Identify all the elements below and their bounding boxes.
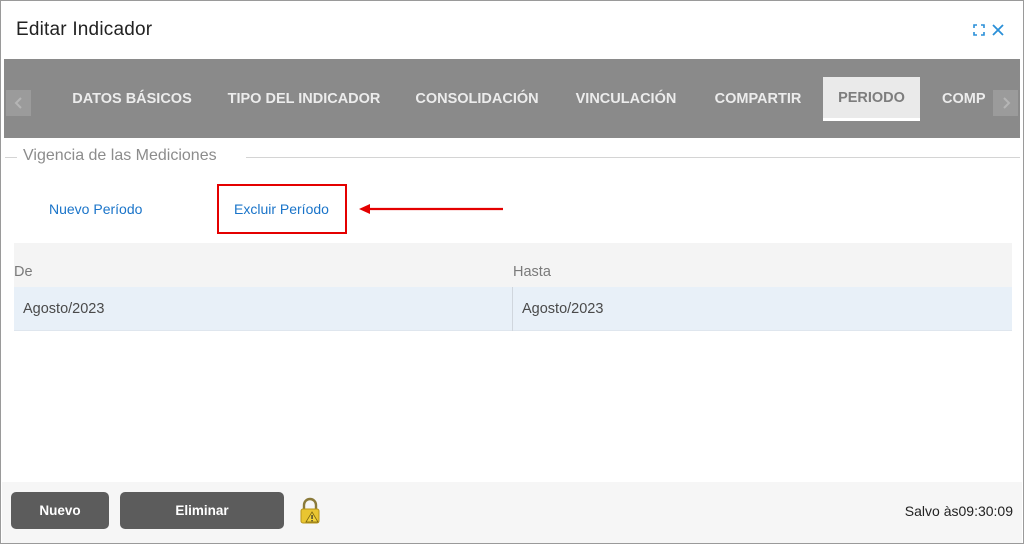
tab-bar: DATOS BÁSICOS TIPO DEL INDICADOR CONSOLI… — [4, 59, 1020, 138]
table-row[interactable]: Agosto/2023 Agosto/2023 — [14, 287, 1012, 331]
annotation-arrow-icon — [359, 204, 503, 214]
window-controls — [973, 23, 1005, 37]
fieldset-border — [5, 157, 17, 158]
section-legend: Vigencia de las Mediciones — [23, 147, 217, 165]
fieldset-border — [246, 157, 1020, 158]
padlock-warning-icon — [300, 497, 320, 524]
save-status: Salvo às09:30:09 — [904, 503, 1013, 519]
tab-consolidacion[interactable]: CONSOLIDACIÓN — [415, 77, 538, 121]
column-header-hasta: Hasta — [513, 264, 551, 280]
table-header: De Hasta — [14, 243, 1012, 287]
title-bar: Editar Indicador — [1, 1, 1023, 59]
tab-datos-basicos[interactable]: DATOS BÁSICOS — [72, 77, 192, 121]
edit-indicator-dialog: Editar Indicador DATOS BÁSICOS TIPO DEL … — [0, 0, 1024, 544]
column-separator — [512, 287, 513, 331]
close-icon[interactable] — [991, 23, 1005, 37]
new-period-link[interactable]: Nuevo Período — [49, 201, 142, 217]
tab-vinculacion[interactable]: VINCULACIÓN — [575, 77, 677, 121]
column-header-de: De — [14, 264, 33, 280]
tab-compartir[interactable]: COMPARTIR — [714, 77, 802, 121]
chevron-left-icon — [14, 97, 22, 109]
dialog-footer: Nuevo Eliminar Salvo às09:30:09 — [2, 482, 1022, 543]
tab-periodo[interactable]: PERIODO — [823, 77, 920, 121]
eliminar-button[interactable]: Eliminar — [120, 492, 284, 529]
tab-tipo-del-indicador[interactable]: TIPO DEL INDICADOR — [228, 77, 381, 121]
nuevo-button[interactable]: Nuevo — [11, 492, 109, 529]
periods-table: De Hasta Agosto/2023 Agosto/2023 — [14, 243, 1012, 331]
maximize-icon[interactable] — [973, 24, 985, 36]
cell-de: Agosto/2023 — [23, 301, 105, 317]
delete-period-link[interactable]: Excluir Período — [234, 201, 329, 217]
tab-scroll-right-button[interactable] — [993, 90, 1018, 116]
tab-comp[interactable]: COMP — [942, 77, 994, 121]
cell-hasta: Agosto/2023 — [522, 301, 604, 317]
dialog-title: Editar Indicador — [16, 19, 153, 40]
tab-scroll-left-button[interactable] — [6, 90, 31, 116]
chevron-right-icon — [1002, 97, 1010, 109]
